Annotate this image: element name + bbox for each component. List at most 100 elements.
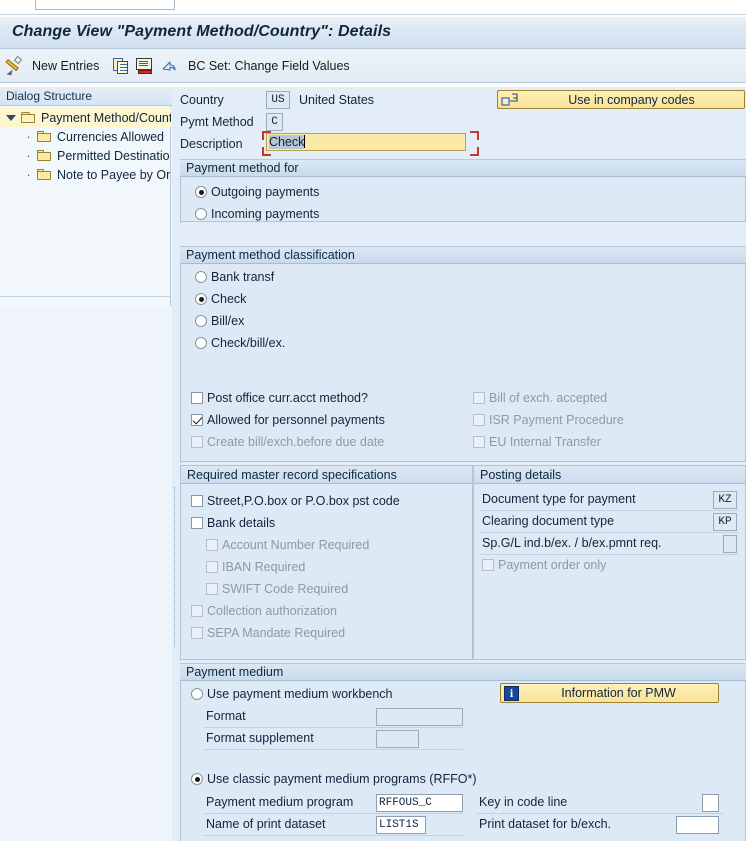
text-caret	[304, 135, 306, 148]
radio-icon[interactable]	[191, 688, 203, 700]
country-input[interactable]: US	[266, 91, 290, 109]
format-supplement-input[interactable]	[376, 730, 419, 748]
checkbox-label: Bank details	[207, 516, 276, 530]
radio-icon[interactable]	[191, 773, 203, 785]
payment-method-classification-title: Payment method classification	[180, 246, 746, 264]
save-button[interactable]	[136, 49, 153, 83]
print-dataset-bexch-label: Print dataset for b/exch.	[479, 817, 612, 831]
checkbox-collection-authorization: Collection authorization	[191, 602, 337, 620]
sidebar-item-payment-method-country[interactable]: Payment Method/Count	[0, 108, 171, 127]
format-label: Format	[206, 709, 246, 723]
bc-set-change-field-values-button[interactable]: BC Set: Change Field Values	[188, 49, 350, 83]
checkbox-label: Account Number Required	[222, 538, 370, 552]
clearing-document-type-input[interactable]: KP	[713, 513, 737, 531]
checkbox-bank-details[interactable]: Bank details	[191, 514, 275, 532]
radio-icon[interactable]	[195, 337, 207, 349]
checkbox-icon[interactable]	[191, 392, 203, 404]
sidebar-item-permitted-destination[interactable]: · Permitted Destinatio	[0, 146, 171, 165]
sidebar-item-currencies-allowed[interactable]: · Currencies Allowed	[0, 127, 171, 146]
clearing-document-type-label: Clearing document type	[482, 514, 615, 528]
undo-icon	[160, 58, 178, 74]
display-change-button[interactable]	[5, 49, 26, 83]
checkbox-label: IBAN Required	[222, 560, 306, 574]
checkbox-label: Street,P.O.box or P.O.box pst code	[207, 494, 400, 508]
new-entries-button[interactable]: New Entries	[32, 49, 99, 83]
chevron-down-icon[interactable]	[6, 114, 16, 121]
description-label: Description	[180, 137, 243, 151]
radio-check-bill-ex[interactable]: Check/bill/ex.	[195, 334, 285, 352]
display-change-icon	[5, 55, 26, 76]
bullet-icon: ·	[26, 166, 31, 182]
checkbox-street-po-box[interactable]: Street,P.O.box or P.O.box pst code	[191, 492, 400, 510]
print-dataset-bexch-input[interactable]	[676, 816, 719, 834]
checkbox-label: Collection authorization	[207, 604, 337, 618]
checkbox-icon[interactable]	[191, 517, 203, 529]
name-of-print-dataset-input[interactable]: LIST1S	[376, 816, 426, 834]
cropped-top-toolbar	[0, 0, 746, 17]
radio-label: Check/bill/ex.	[211, 336, 286, 350]
radio-icon[interactable]	[195, 271, 207, 283]
radio-label: Outgoing payments	[211, 185, 320, 199]
document-type-for-payment-input[interactable]: KZ	[713, 491, 737, 509]
format-input[interactable]	[376, 708, 463, 726]
cropped-command-field[interactable]	[35, 0, 175, 10]
save-icon	[136, 57, 153, 75]
undo-button[interactable]	[160, 49, 178, 83]
checkbox-post-office-curr-acct[interactable]: Post office curr.acct method?	[191, 389, 368, 407]
payment-medium-title: Payment medium	[180, 663, 746, 681]
format-supplement-label: Format supplement	[206, 731, 314, 745]
information-for-pmw-button[interactable]: Information for PMW	[500, 683, 719, 703]
checkbox-allowed-personnel-payments[interactable]: Allowed for personnel payments	[191, 411, 385, 429]
folder-icon	[37, 130, 52, 143]
radio-check[interactable]: Check	[195, 290, 246, 308]
row-underline	[204, 749, 463, 750]
checkbox-account-number-required: Account Number Required	[206, 536, 369, 554]
radio-label: Check	[211, 292, 247, 306]
sidebar-item-label: Payment Method/Count	[41, 110, 171, 125]
radio-icon[interactable]	[195, 315, 207, 327]
window-title-bar: Change View "Payment Method/Country": De…	[0, 17, 746, 49]
radio-icon[interactable]	[195, 208, 207, 220]
radio-outgoing-payments[interactable]: Outgoing payments	[195, 183, 319, 201]
radio-label: Use payment medium workbench	[207, 687, 393, 701]
radio-label: Bill/ex	[211, 314, 245, 328]
checkbox-icon[interactable]	[191, 495, 203, 507]
page-title: Change View "Payment Method/Country": De…	[12, 23, 392, 40]
sidebar-item-label: Note to Payee by Or	[57, 167, 171, 182]
sidebar-item-label: Currencies Allowed	[57, 129, 164, 144]
checkbox-icon	[473, 392, 485, 404]
radio-label: Bank transf	[211, 270, 275, 284]
checkbox-icon	[206, 539, 218, 551]
new-entries-label: New Entries	[32, 59, 100, 73]
panel-drag-separator[interactable]	[174, 487, 176, 647]
sidebar-item-note-to-payee[interactable]: · Note to Payee by Or	[0, 165, 171, 184]
payment-medium-body: Use payment medium workbench Information…	[180, 681, 746, 841]
radio-bill-ex[interactable]: Bill/ex	[195, 312, 244, 330]
checkbox-eu-internal-transfer: EU Internal Transfer	[473, 433, 601, 451]
pymt-method-input[interactable]: C	[266, 113, 283, 131]
payment-medium-program-input[interactable]: RFFOUS_C	[376, 794, 463, 812]
checkbox-icon[interactable]	[191, 414, 203, 426]
radio-icon[interactable]	[195, 186, 207, 198]
sidebar-tree: Payment Method/Count · Currencies Allowe…	[0, 106, 171, 306]
radio-bank-transf[interactable]: Bank transf	[195, 268, 274, 286]
bc-set-label: BC Set: Change Field Values	[188, 59, 350, 73]
radio-use-classic-payment-medium-programs[interactable]: Use classic payment medium programs (RFF…	[191, 770, 477, 788]
checkbox-label: Create bill/exch.before due date	[207, 435, 385, 449]
radio-incoming-payments[interactable]: Incoming payments	[195, 205, 319, 223]
sidebar-item-label: Permitted Destinatio	[57, 148, 170, 163]
radio-use-payment-medium-workbench[interactable]: Use payment medium workbench	[191, 685, 393, 703]
description-field-focus[interactable]: Check	[262, 131, 479, 156]
use-in-company-codes-button[interactable]: Use in company codes	[497, 90, 745, 109]
information-for-pmw-label: Information for PMW	[561, 686, 676, 700]
description-input[interactable]: Check	[266, 133, 466, 151]
spgl-indicator-input[interactable]	[723, 535, 737, 553]
checkbox-icon	[191, 627, 203, 639]
checkbox-icon	[473, 436, 485, 448]
radio-icon[interactable]	[195, 293, 207, 305]
checkbox-label: SWIFT Code Required	[222, 582, 349, 596]
checkbox-label: SEPA Mandate Required	[207, 626, 346, 640]
copy-button[interactable]	[113, 49, 129, 83]
key-in-code-line-input[interactable]	[702, 794, 719, 812]
name-of-print-dataset-label: Name of print dataset	[206, 817, 326, 831]
